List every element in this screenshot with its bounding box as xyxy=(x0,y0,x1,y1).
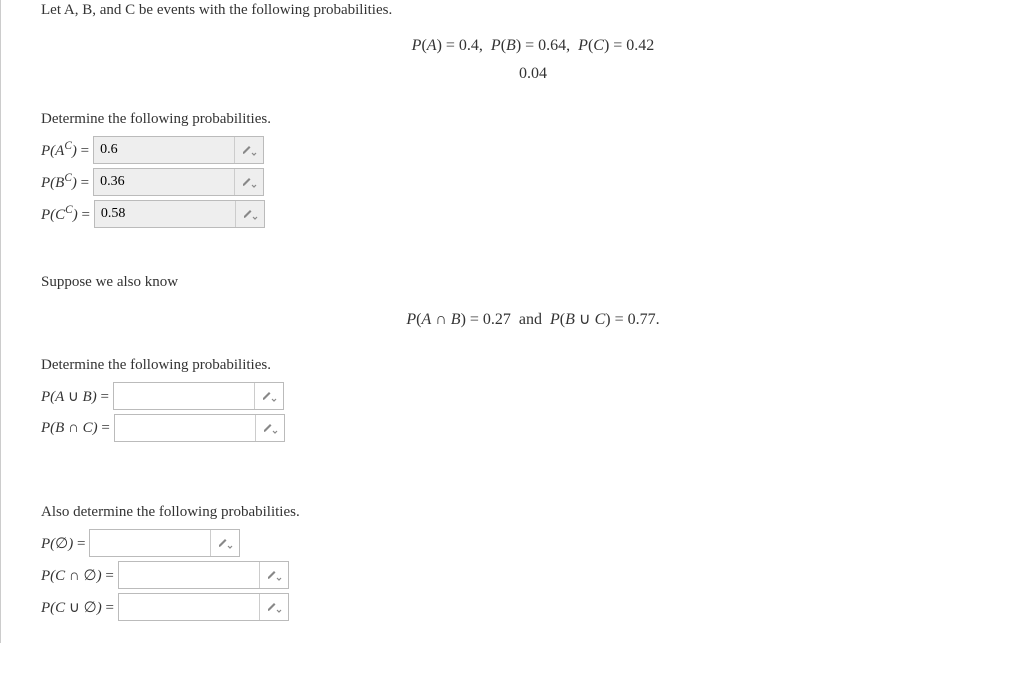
section3-heading: Also determine the following probabiliti… xyxy=(41,504,1024,521)
complement-label: P(BC) = xyxy=(41,172,93,192)
complement-row: P(BC) = xyxy=(41,166,1024,198)
equation-tool-icon[interactable] xyxy=(259,594,288,620)
equation-tool-icon[interactable] xyxy=(255,415,284,441)
emptyset-row: P(C ∩ ∅) = xyxy=(41,559,1024,591)
given-probabilities-2: P(A ∩ B) = 0.27 and P(B ∪ C) = 0.77. xyxy=(41,309,1024,329)
complement-input[interactable] xyxy=(94,169,234,195)
equation-tool-icon[interactable] xyxy=(259,562,288,588)
emptyset-label: P(C ∪ ∅) = xyxy=(41,598,118,617)
suppose-text: Suppose we also know xyxy=(41,274,1024,291)
emptyset-field xyxy=(118,561,289,589)
section1-heading: Determine the following probabilities. xyxy=(41,111,1024,128)
complement-field xyxy=(94,200,265,228)
complement-row: P(AC) = xyxy=(41,134,1024,166)
emptyset-input[interactable] xyxy=(90,530,210,556)
emptyset-label: P(∅) = xyxy=(41,534,89,553)
setop-row: P(A ∪ B) = xyxy=(41,380,1024,412)
setop-label: P(A ∪ B) = xyxy=(41,387,113,406)
emptyset-label: P(C ∩ ∅) = xyxy=(41,566,118,585)
setop-row: P(B ∩ C) = xyxy=(41,412,1024,444)
equation-tool-icon[interactable] xyxy=(234,137,263,163)
setop-input[interactable] xyxy=(115,415,255,441)
emptyset-row: P(C ∪ ∅) = xyxy=(41,591,1024,623)
complement-field xyxy=(93,168,264,196)
setop-label: P(B ∩ C) = xyxy=(41,420,114,437)
setop-input[interactable] xyxy=(114,383,254,409)
emptyset-input[interactable] xyxy=(119,594,259,620)
intro-text: Let A, B, and C be events with the follo… xyxy=(41,0,1024,19)
setop-field xyxy=(113,382,284,410)
complement-label: P(CC) = xyxy=(41,204,94,224)
equation-tool-icon[interactable] xyxy=(254,383,283,409)
setop-field xyxy=(114,414,285,442)
emptyset-field xyxy=(89,529,240,557)
given-probabilities: P(A) = 0.4, P(B) = 0.64, P(C) = 0.42 xyxy=(41,37,1024,55)
emptyset-input[interactable] xyxy=(119,562,259,588)
equation-tool-icon[interactable] xyxy=(235,201,264,227)
emptyset-field xyxy=(118,593,289,621)
given-sub: 0.04 xyxy=(41,65,1024,83)
complement-input[interactable] xyxy=(94,137,234,163)
complement-field xyxy=(93,136,264,164)
equation-tool-icon[interactable] xyxy=(234,169,263,195)
emptyset-row: P(∅) = xyxy=(41,527,1024,559)
section2-heading: Determine the following probabilities. xyxy=(41,357,1024,374)
complement-input[interactable] xyxy=(95,201,235,227)
complement-row: P(CC) = xyxy=(41,198,1024,230)
equation-tool-icon[interactable] xyxy=(210,530,239,556)
complement-label: P(AC) = xyxy=(41,140,93,160)
